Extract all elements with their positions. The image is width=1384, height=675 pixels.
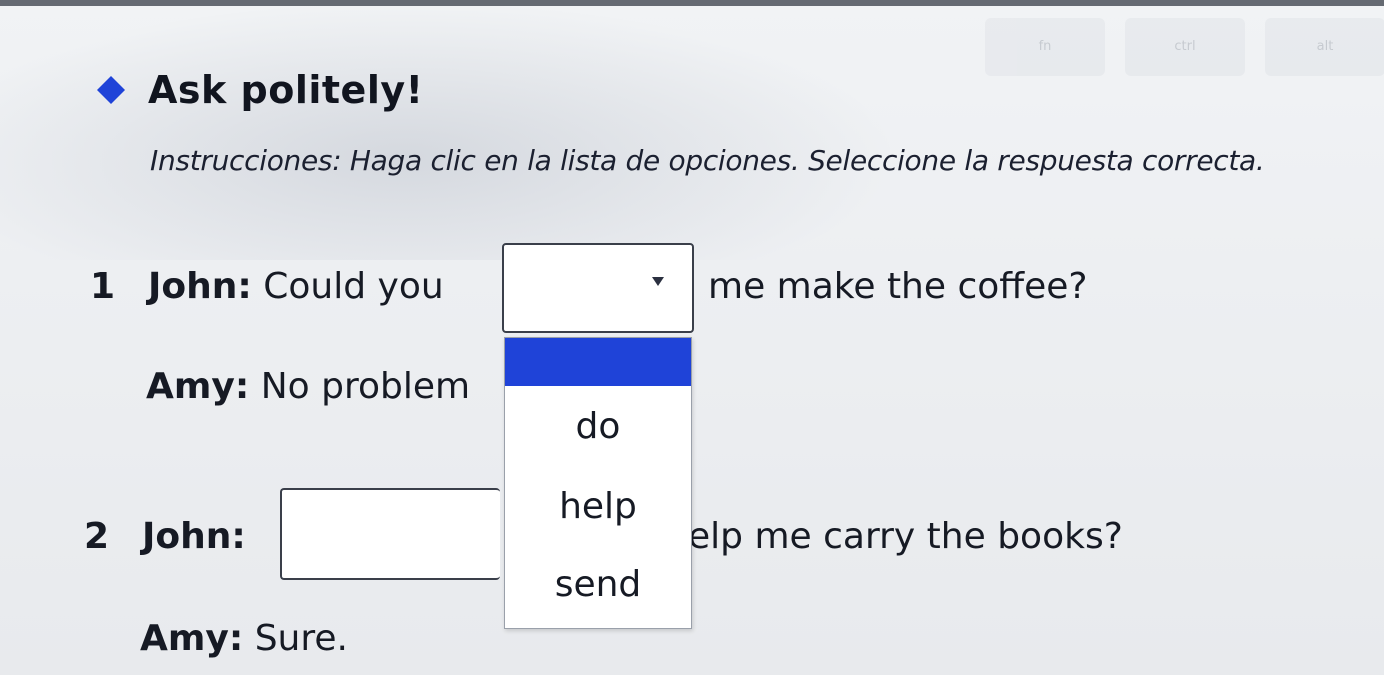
question-2-prompt: 2 John: xyxy=(84,516,246,557)
options-dropdown[interactable]: do help send xyxy=(504,337,692,629)
background-keys: fn ctrl alt xyxy=(985,18,1384,78)
top-edge xyxy=(0,0,1384,6)
answer-text: No problem xyxy=(260,366,471,407)
question-number: 2 xyxy=(84,516,110,557)
question-text-before: Could you xyxy=(263,266,444,307)
dropdown-option-send[interactable]: send xyxy=(505,564,691,605)
diamond-bullet-icon xyxy=(97,76,125,104)
title-row: Ask politely! xyxy=(96,68,423,112)
question-1-select[interactable] xyxy=(502,243,694,333)
speaker-label: Amy: xyxy=(140,618,244,659)
chevron-down-icon[interactable] xyxy=(652,277,664,286)
answer-2: Amy: Sure. xyxy=(140,618,348,659)
question-1-prompt: 1 John: Could you xyxy=(90,266,444,307)
answer-1: Amy: No problem xyxy=(146,366,470,407)
background-key: ctrl xyxy=(1125,18,1245,76)
answer-text: Sure. xyxy=(254,618,348,659)
question-number: 1 xyxy=(90,266,116,307)
page-title: Ask politely! xyxy=(148,68,424,112)
dropdown-option-do[interactable]: do xyxy=(505,406,691,447)
speaker-label: John: xyxy=(148,266,252,307)
speaker-label: Amy: xyxy=(146,366,250,407)
background-key: fn xyxy=(985,18,1105,76)
background-key: alt xyxy=(1265,18,1384,76)
question-text-after: elp me carry the books? xyxy=(688,516,1123,557)
speaker-label: John: xyxy=(142,516,246,557)
dropdown-option-help[interactable]: help xyxy=(505,486,691,527)
background-glare xyxy=(0,0,900,260)
highlighted-option[interactable] xyxy=(505,338,691,386)
question-2-select[interactable] xyxy=(280,488,500,580)
instructions-text: Instrucciones: Haga clic en la lista de … xyxy=(150,144,1265,177)
question-text-after: me make the coffee? xyxy=(708,266,1088,307)
